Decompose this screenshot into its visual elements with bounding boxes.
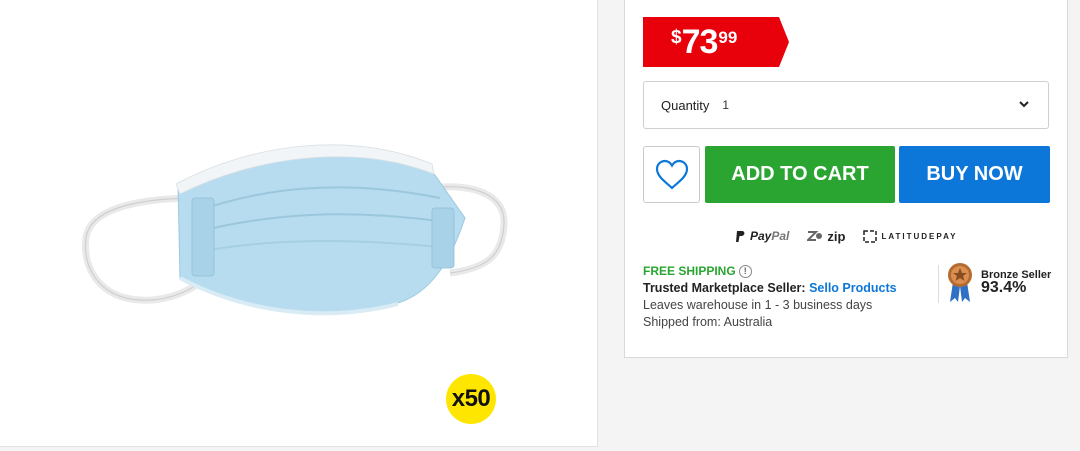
heart-icon: [655, 159, 688, 190]
paypal-icon: [736, 230, 745, 242]
paypal-pay-text: Pay: [750, 229, 772, 243]
buy-box: $ 73 99 Quantity 1 ADD TO CART BUY NOW P…: [624, 0, 1068, 358]
price-currency: $: [671, 27, 682, 48]
info-icon[interactable]: !: [738, 265, 752, 278]
price-tag: $ 73 99: [643, 17, 789, 67]
seller-rating-percent: 93.4%: [981, 279, 1027, 296]
leaves-warehouse-text: Leaves warehouse in 1 - 3 business days: [643, 298, 873, 312]
free-shipping-label: FREE SHIPPING: [643, 264, 736, 278]
trusted-seller-label: Trusted Marketplace Seller:: [643, 281, 806, 295]
zip-text: zip: [827, 228, 846, 244]
free-shipping: FREE SHIPPING !: [643, 263, 897, 280]
badge-divider: [938, 265, 939, 303]
shipping-info: FREE SHIPPING ! Trusted Marketplace Sell…: [643, 263, 897, 331]
price: $ 73 99: [671, 23, 737, 61]
surgical-mask-image[interactable]: [80, 128, 510, 328]
quantity-label: Quantity: [661, 97, 710, 113]
buy-now-button[interactable]: BUY NOW: [899, 146, 1050, 203]
wishlist-button[interactable]: [643, 146, 700, 203]
latitudepay-text: LATITUDEPAY: [881, 231, 958, 241]
zip-icon: [807, 231, 823, 241]
payment-methods: PayPal zip LATITUDEPAY: [735, 227, 958, 245]
price-dollars: 73: [681, 23, 719, 61]
quantity-select[interactable]: Quantity 1: [643, 81, 1049, 129]
bronze-medal-icon: [948, 263, 972, 302]
price-cents: 99: [718, 28, 738, 47]
paypal-pal-text: Pal: [771, 229, 790, 243]
product-image-panel: x50: [0, 0, 598, 447]
trusted-seller-line: Trusted Marketplace Seller: Sello Produc…: [643, 280, 897, 297]
quantity-value: 1: [722, 98, 730, 112]
latitudepay-icon: [863, 229, 878, 243]
chevron-down-icon: [1019, 101, 1029, 108]
seller-link[interactable]: Sello Products: [809, 281, 897, 295]
shipped-from-text: Shipped from: Australia: [643, 315, 773, 329]
add-to-cart-button[interactable]: ADD TO CART: [705, 146, 895, 203]
zip-logo: zip: [807, 229, 845, 244]
latitudepay-logo: LATITUDEPAY: [863, 229, 958, 243]
pack-quantity-badge: x50: [446, 374, 496, 424]
paypal-logo: PayPal: [735, 229, 789, 243]
